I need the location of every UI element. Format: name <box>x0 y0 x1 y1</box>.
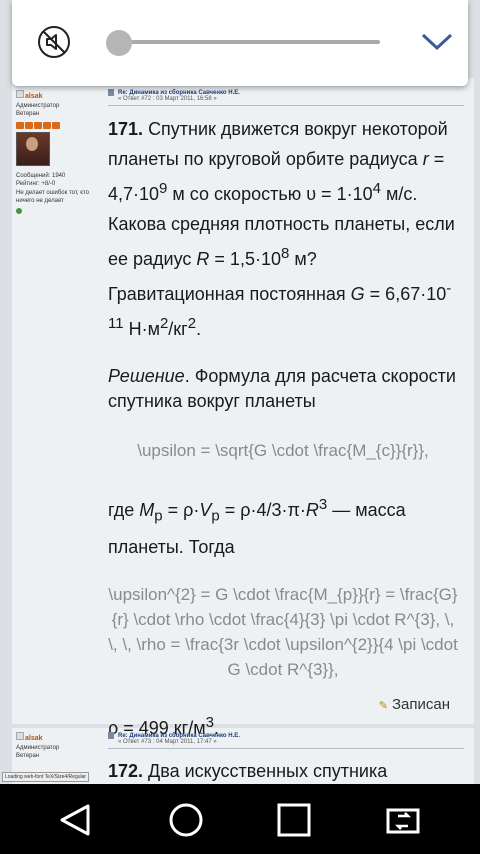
author-name[interactable]: alsak <box>25 93 43 100</box>
star-icon <box>16 121 24 129</box>
profile-icon <box>16 90 24 98</box>
screen-share-icon[interactable] <box>384 800 424 840</box>
var-G: G <box>350 284 365 304</box>
where-eq: = ρ· <box>162 500 200 520</box>
problem-number: 171. <box>108 119 144 139</box>
solution-intro: Решение. Формула для расчета скорости сп… <box>108 364 458 414</box>
author-motto-line2: ничего не делает <box>16 198 64 204</box>
var-V: V <box>199 500 212 520</box>
star-icon <box>25 121 33 129</box>
units-2-exp: 2 <box>187 315 197 332</box>
author-rank: Ветеран <box>16 111 40 117</box>
author-role: Администратор <box>16 102 60 109</box>
value-R: = 1,5·10 <box>209 249 281 269</box>
volume-slider-track[interactable] <box>108 40 380 44</box>
formula-1: \upsilon = \sqrt{G \cdot \frac{M_{c}}{r}… <box>137 441 429 460</box>
post-body: 172. Два искусственных спутника <box>108 756 458 784</box>
author-messages: Сообщений: 1940 <box>16 172 66 179</box>
post-icon <box>108 89 114 96</box>
volume-panel <box>12 0 468 86</box>
divider <box>108 105 464 107</box>
avatar[interactable] <box>16 131 50 166</box>
author-rating: Рейтинг: +8/-0 <box>16 181 56 187</box>
formula-2: \upsilon^{2} = G \cdot \frac{M_{p}}{r} =… <box>108 584 458 679</box>
home-icon[interactable] <box>166 800 206 840</box>
sub-p: p <box>154 507 163 525</box>
value-G: = 6,67·10 <box>364 284 447 304</box>
problem-text: Спутник движется вокруг некоторой планет… <box>108 119 448 169</box>
post-header: Re: Динамика из сборника Савченко Н.Е. «… <box>108 732 464 750</box>
chevron-down-icon[interactable] <box>420 30 454 52</box>
recorded-icon: ✎ <box>378 700 388 712</box>
where-rest: = ρ·4/3·π· <box>219 500 306 520</box>
post-header: Re: Динамика из сборника Савченко Н.Е. «… <box>108 89 464 107</box>
recents-icon[interactable] <box>274 800 314 840</box>
forum-page: alsak Администратор Ветеран Сообщений: 1… <box>0 0 480 784</box>
solution-label: Решение <box>108 366 185 386</box>
post-meta: « Ответ #73 : 04 Март 2011, 17:47 » <box>118 739 217 746</box>
author-motto-line1: Не делает ошибок тот, кто <box>16 189 89 196</box>
where-text: где Mp = ρ·Vp = ρ·4/3·π·R3 — масса плане… <box>108 490 458 562</box>
recorded-label: Записан <box>391 696 450 713</box>
sub-p2: p <box>211 507 220 525</box>
recorded-status: ✎ Записан <box>379 696 450 713</box>
value-v: м со скоростью υ = 1·10 <box>167 184 373 204</box>
author-sidebar: alsak Администратор Ветеран Сообщений: 1… <box>16 90 96 214</box>
units: Н·м <box>123 319 160 339</box>
profile-icon <box>16 732 24 740</box>
exp-v: 4 <box>372 180 381 197</box>
units-2: /кг <box>168 319 188 339</box>
author-role: Администратор <box>16 744 60 751</box>
problem-statement: 171. Спутник движется вокруг некоторой п… <box>108 114 458 344</box>
problem-number: 172. <box>108 761 144 781</box>
var-M: M <box>139 500 155 520</box>
star-icon <box>52 121 60 129</box>
author-sidebar: alsak Администратор Ветеран <box>16 732 96 761</box>
divider <box>108 748 464 750</box>
author-rank: Ветеран <box>16 753 40 759</box>
post-meta: « Ответ #72 : 03 Март 2011, 16:58 » <box>118 96 217 103</box>
star-icon <box>34 121 42 129</box>
volume-muted-icon[interactable] <box>38 26 70 58</box>
problem-text: Два искусственных спутника <box>143 761 388 781</box>
where-prefix: где <box>108 500 140 520</box>
volume-slider-thumb[interactable] <box>106 30 132 56</box>
loading-status: Loading web-font TeX/Size4/Regular <box>2 772 90 782</box>
post-body: 171. Спутник движется вокруг некоторой п… <box>108 114 458 743</box>
star-icon <box>43 121 51 129</box>
period: . <box>196 319 202 339</box>
var-R3: R <box>305 500 319 520</box>
back-icon[interactable] <box>56 800 96 840</box>
answer-exp: 3 <box>205 713 214 731</box>
post-icon <box>108 732 114 739</box>
author-name[interactable]: alsak <box>25 735 43 742</box>
online-status-icon <box>16 207 22 214</box>
rank-stars <box>16 121 96 129</box>
exp-3: 3 <box>318 496 328 513</box>
var-R: R <box>196 249 210 269</box>
navigation-bar <box>0 784 480 854</box>
